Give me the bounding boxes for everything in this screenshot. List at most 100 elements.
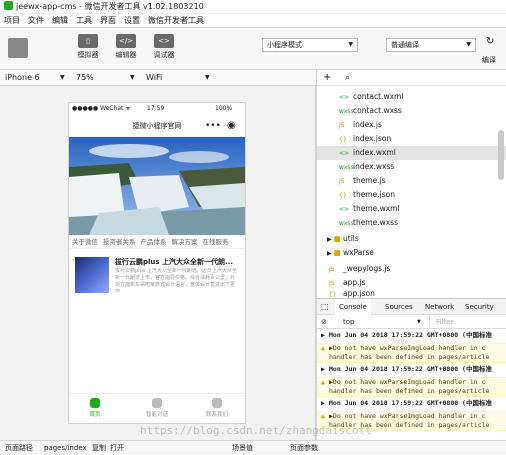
menu-settings[interactable]: 设置 [124,16,140,25]
inspect-icon[interactable]: ⬚ [321,299,329,315]
tab-security[interactable]: Security [465,299,494,315]
chevron-down-icon: ▼ [130,74,135,81]
menu-project[interactable]: 项目 [4,16,20,25]
console-log-row[interactable]: ▶ Mon Jun 04 2018 17:59:22 GMT+0800 (中国标准 [317,365,506,374]
page-params-label[interactable]: 页面参数 [290,441,318,455]
open-link[interactable]: 打开 [110,441,124,455]
file-item[interactable]: <> theme.wxml [339,202,400,216]
wxss-icon: wxss [339,108,354,115]
carrier-label: ●●●●● WeChat ᯤ [72,105,131,112]
file-item[interactable]: wxsscontact.wxss [339,104,402,118]
file-name: theme.json [353,190,395,199]
folder-name: wxParse [343,248,374,257]
more-icon[interactable]: ••• [205,115,221,137]
file-item[interactable]: {} theme.json [339,188,395,202]
simulator-button[interactable]: ▯ 模拟器 [70,34,106,66]
compile-label[interactable]: 编译 [482,55,496,65]
tab-service[interactable]: 在线服务 [203,238,229,246]
clear-console-icon[interactable]: ⊘ [321,315,327,329]
network-select[interactable]: WiFi [146,70,162,86]
folder-item[interactable]: ▶ ■ utils [327,232,359,246]
refresh-icon[interactable]: ↻ [486,36,494,47]
article-card[interactable]: 拔行云鹏plus 上汽大众全新一代朗... 拔行云鹏plus 上汽大众全新一代朗… [75,257,241,299]
article-title: 拔行云鹏plus 上汽大众全新一代朗... [115,258,233,266]
search-icon[interactable]: ⌕ [345,70,350,86]
tab-products[interactable]: 产品体系 [141,238,167,246]
zoom-select[interactable]: 75% [76,70,94,86]
app-logo-icon [4,1,13,10]
phone-icon: ▯ [78,34,98,48]
context-select[interactable]: top [343,315,354,329]
filter-input[interactable]: Filter [429,315,453,329]
warning-icon: ▲ [321,344,325,352]
menu-tools[interactable]: 工具 [76,16,92,25]
file-name: contact.wxss [353,106,402,115]
console-warn-row[interactable]: ▲ ▶Do not have wxParseImgLoad handler in … [317,377,506,397]
editor-button[interactable]: </> 编辑器 [108,34,144,66]
file-name: contact.wxml [353,92,404,101]
category-tabs: 关于微信 投资者关系 产品体系 解决方案 在线服务 [69,235,245,249]
window-title: jeewx-app-cms - 微信开发者工具 v1.02.1803210 [16,2,204,11]
file-item[interactable]: {} index.json [339,132,391,146]
file-item[interactable]: wxsstheme.wxss [339,216,398,230]
file-item[interactable]: JS _wepylogs.js [329,262,390,276]
file-item[interactable]: JS theme.js [339,174,386,188]
file-item[interactable]: JS index.js [339,118,382,132]
folder-icon: ■ [333,234,344,243]
battery-label: 100% [215,105,233,112]
wxml-icon: <> [339,206,350,213]
file-name: index.wxss [353,162,395,171]
file-item[interactable]: wxssindex.wxss [339,160,394,174]
waterfall-banner[interactable] [69,137,245,235]
log-text: ▶Do not have wxParseImgLoad handler in c [329,412,486,420]
chat-icon [152,398,162,408]
log-text: ▶Do not have wxParseImgLoad handler in c [329,378,486,386]
js-icon: JS [339,178,345,185]
json-icon: {} [339,192,347,199]
warning-icon: ▲ [321,378,325,386]
log-text: Mon Jun 04 2018 17:59:22 GMT+0800 (中国标准 [329,331,492,339]
menu-view[interactable]: 界面 [100,16,116,25]
page-path-label: 页面路径 [5,444,33,452]
tab-console[interactable]: Console [335,299,371,315]
file-name: theme.js [353,176,386,185]
mode-select[interactable]: 小程序模式 ▼ [262,38,358,52]
tab-sources[interactable]: Sources [385,299,413,315]
compile-select[interactable]: 普通编译 ▼ [386,38,476,52]
debugger-button[interactable]: <> 调试器 [146,34,182,66]
js-icon: JS [339,122,345,129]
console-warn-row[interactable]: ▲ ▶Do not have wxParseImgLoad handler in … [317,343,506,363]
scene-value-label[interactable]: 场景值 [232,441,253,455]
status-bar: 页面路径 pages/index 复制 打开 场景值 页面参数 [0,440,506,454]
console-log-row[interactable]: ▶ Mon Jun 04 2018 17:59:22 GMT+0800 (中国标准 [317,331,506,340]
tab-about[interactable]: 关于微信 [72,238,98,246]
avatar[interactable] [8,38,28,58]
phone-simulator: ●●●●● WeChat ᯤ 17:59 100% 捷微小程序官网 ••• ◉ … [68,102,246,424]
copy-link[interactable]: 复制 [92,441,106,455]
tab-investor[interactable]: 投资者关系 [103,238,136,246]
menu-file[interactable]: 文件 [28,16,44,25]
chevron-down-icon: ▼ [417,319,421,325]
file-item-selected[interactable]: <> index.wxml [317,146,506,160]
device-select[interactable]: iPhone 6 [5,70,40,86]
file-item[interactable]: JS app.js [329,276,366,290]
tabbar-item-home[interactable]: 首页 [75,398,115,418]
tabbar-item-chat[interactable]: 智能对话 [137,398,177,418]
tab-network[interactable]: Network [425,299,454,315]
tab-solutions[interactable]: 解决方案 [172,238,198,246]
close-target-icon[interactable]: ◉ [227,115,236,137]
json-icon: {} [339,136,347,143]
menu-edit[interactable]: 编辑 [52,16,68,25]
phone-status-bar: ●●●●● WeChat ᯤ 17:59 100% [69,103,245,115]
main-toolbar: ▯ 模拟器 </> 编辑器 <> 调试器 小程序模式 ▼ 普通编译 ▼ ↻ 编译 [0,28,506,70]
tabbar-item-contact[interactable]: 联系我们 [197,398,237,418]
file-item[interactable]: <> contact.wxml [339,90,403,104]
add-file-icon[interactable]: + [323,70,331,86]
chevron-right-icon: ▶ [321,331,325,339]
file-item[interactable]: {} app.json [329,289,375,298]
folder-item[interactable]: ▶ ■ wxParse [327,246,374,260]
console-log-row[interactable]: ▶ Mon Jun 04 2018 17:59:22 GMT+0800 (中国标准 [317,399,506,408]
file-explorer-scrollbar[interactable] [498,130,504,180]
menu-devtools[interactable]: 微信开发者工具 [148,16,204,25]
log-text: handler has been defined in pages/articl… [329,353,490,361]
